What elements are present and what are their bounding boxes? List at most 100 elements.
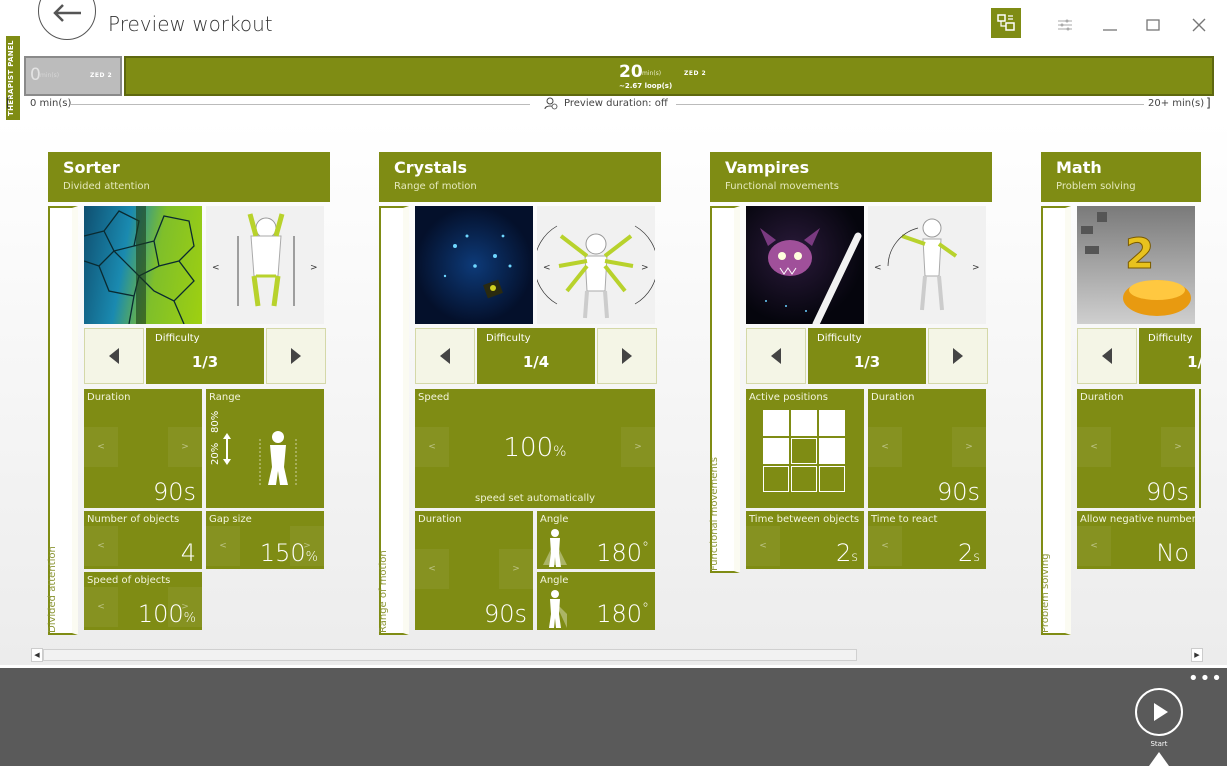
position-cell[interactable] (791, 438, 817, 464)
range-tile[interactable]: Range 20% 80% (206, 389, 324, 508)
time-to-react-tile[interactable]: Time to react < 2s (868, 511, 986, 569)
time-between-tile[interactable]: Time between objects < 2s (746, 511, 864, 569)
difficulty-label: Difficulty (155, 333, 200, 344)
difficulty-decrease-button[interactable] (84, 328, 144, 384)
tile-label: Gap size (209, 514, 252, 525)
increase-arrow[interactable]: > (1161, 427, 1195, 467)
decrease-arrow[interactable]: < (206, 526, 240, 566)
partial-tile[interactable] (1199, 389, 1201, 508)
card-side-tab[interactable]: Divided attention (47, 206, 78, 635)
workout-cards-area: Sorter Divided attention Divided attenti… (0, 120, 1227, 665)
svg-text:<: < (874, 263, 882, 273)
timeline-segment[interactable]: 20 min(s) ZED 2 ~2.67 loop(s) (124, 56, 1214, 96)
difficulty-decrease-button[interactable] (415, 328, 475, 384)
scroll-left-button[interactable]: ◀ (31, 648, 43, 662)
card-header[interactable]: Crystals Range of motion (379, 152, 661, 202)
card-header[interactable]: Vampires Functional movements (710, 152, 992, 202)
card-side-tab[interactable]: Functional movements (709, 206, 740, 573)
speed-tile[interactable]: Speed < > 100% speed set automatically (415, 389, 655, 508)
decrease-arrow[interactable]: < (1077, 526, 1111, 566)
panel-icon (997, 14, 1015, 31)
position-cell[interactable] (819, 466, 845, 492)
therapist-panel-toggle-button[interactable] (991, 8, 1021, 38)
increase-arrow[interactable]: > (952, 427, 986, 467)
segment-unit: min(s) (40, 72, 60, 79)
close-icon[interactable] (1184, 10, 1214, 40)
scroll-right-button[interactable]: ▶ (1191, 648, 1203, 662)
card-side-tab[interactable]: Range of motion (378, 206, 409, 635)
tile-value: 90s (483, 600, 527, 628)
position-cell[interactable] (791, 410, 817, 436)
card-header[interactable]: Math Problem solving (1041, 152, 1201, 202)
timeline-segment[interactable]: 0 min(s) ZED 2 (24, 56, 122, 96)
card-title: Sorter (63, 158, 120, 177)
preview-duration-toggle[interactable]: Preview duration: off (564, 98, 668, 109)
position-cell[interactable] (763, 410, 789, 436)
speed-tile[interactable]: Speed of objects < > 100% (84, 572, 202, 630)
difficulty-decrease-button[interactable] (1077, 328, 1137, 384)
range-high: 80% (210, 410, 221, 433)
difficulty-decrease-button[interactable] (746, 328, 806, 384)
increase-arrow[interactable]: > (499, 549, 533, 589)
increase-arrow[interactable]: > (168, 427, 202, 467)
settings-icon[interactable] (1050, 10, 1080, 40)
position-cell[interactable] (791, 466, 817, 492)
duration-tile[interactable]: Duration < > 90s (1077, 389, 1195, 508)
card-side-tab[interactable]: Problem solving (1041, 206, 1071, 635)
speed-note: speed set automatically (474, 493, 596, 504)
triangle-left-icon (1102, 348, 1112, 364)
duration-tile[interactable]: Duration < > 90s (868, 389, 986, 508)
card-header[interactable]: Sorter Divided attention (48, 152, 330, 202)
minimize-icon[interactable] (1095, 10, 1125, 40)
card-title: Math (1056, 158, 1102, 177)
timeline-start-label: 0 min(s) (30, 98, 72, 109)
negative-numbers-tile[interactable]: Allow negative numbers < No (1077, 511, 1195, 569)
difficulty-increase-button[interactable] (597, 328, 657, 384)
position-cell[interactable] (819, 438, 845, 464)
card-side-label: Range of motion (378, 550, 389, 633)
difficulty-label: Difficulty (817, 333, 862, 344)
maximize-icon[interactable] (1138, 10, 1168, 40)
scroll-thumb[interactable] (43, 649, 857, 661)
game-image: 2 (1077, 206, 1195, 324)
decrease-arrow[interactable]: < (868, 427, 902, 467)
positions-grid[interactable] (763, 410, 847, 494)
decrease-arrow[interactable]: < (84, 587, 118, 627)
svg-text:<: < (543, 263, 551, 273)
gap-size-tile[interactable]: Gap size < > 150% (206, 511, 324, 569)
difficulty-increase-button[interactable] (928, 328, 988, 384)
horizontal-scrollbar[interactable]: ◀ ▶ (31, 648, 1205, 662)
decrease-arrow[interactable]: < (1077, 427, 1111, 467)
duration-tile[interactable]: Duration < > 90s (84, 389, 202, 508)
game-image (415, 206, 533, 324)
more-options-button[interactable]: ••• (1188, 668, 1223, 689)
exercise-image[interactable]: < > (206, 206, 324, 324)
triangle-right-icon (291, 348, 301, 364)
active-positions-tile[interactable]: Active positions (746, 389, 864, 508)
tile-unit: s (851, 550, 858, 565)
svg-text:>: > (310, 263, 318, 273)
back-button[interactable] (38, 0, 96, 40)
play-icon (1154, 703, 1168, 721)
difficulty-increase-button[interactable] (266, 328, 326, 384)
angle-tile[interactable]: Angle 180° (537, 511, 655, 569)
decrease-arrow[interactable]: < (868, 526, 902, 566)
bottom-app-bar: ••• Start (0, 668, 1227, 766)
exercise-image[interactable]: < > (537, 206, 655, 324)
difficulty-value: 1/4 (522, 353, 550, 371)
svg-text:2: 2 (1125, 229, 1154, 278)
start-button[interactable] (1135, 688, 1183, 736)
triangle-right-icon (622, 348, 632, 364)
difficulty-display: Difficulty 1/3 (146, 328, 264, 384)
decrease-arrow[interactable]: < (415, 549, 449, 589)
position-cell[interactable] (763, 438, 789, 464)
position-cell[interactable] (819, 410, 845, 436)
duration-tile[interactable]: Duration < > 90s (415, 511, 533, 630)
objects-tile[interactable]: Number of objects < 4 (84, 511, 202, 569)
angle-tile[interactable]: Angle 180° (537, 572, 655, 630)
decrease-arrow[interactable]: < (84, 427, 118, 467)
decrease-arrow[interactable]: < (84, 526, 118, 566)
decrease-arrow[interactable]: < (746, 526, 780, 566)
exercise-image[interactable]: < > (868, 206, 986, 324)
position-cell[interactable] (763, 466, 789, 492)
